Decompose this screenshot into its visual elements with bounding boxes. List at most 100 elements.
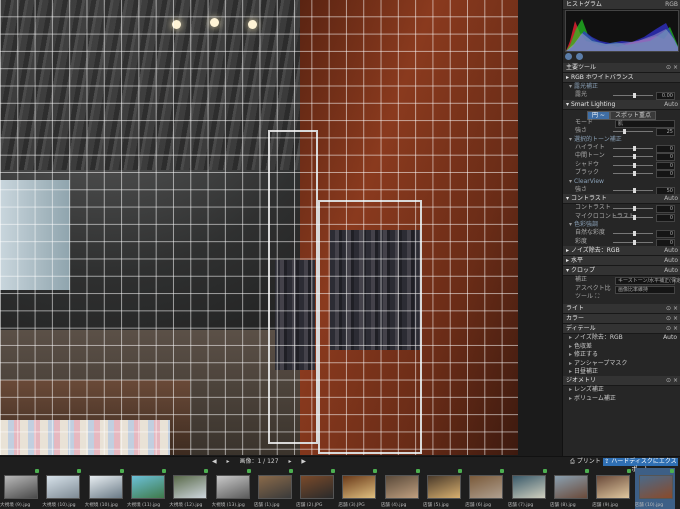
slider-handle[interactable]	[633, 145, 636, 151]
expand-icon[interactable]: ▸	[569, 368, 572, 375]
thumbnail[interactable]: 大視境 (9).jpg	[0, 468, 40, 509]
thumbnail[interactable]: 店舗 (1).jpg	[254, 468, 294, 509]
slider-track[interactable]	[613, 145, 653, 151]
thumbnail[interactable]: 店舗 (7).jpg	[508, 468, 548, 509]
auto-badge[interactable]: Auto	[664, 266, 678, 275]
auto-badge[interactable]: Auto	[664, 194, 678, 203]
histogram-header[interactable]: ヒストグラム RGB	[563, 0, 680, 10]
auto-badge[interactable]: Auto	[664, 256, 678, 265]
export-to-disk-button[interactable]: ⇪ ハードディスクにエクスポート	[603, 458, 678, 473]
thumbnail[interactable]: 店舗 (4).jpg	[381, 468, 421, 509]
slider-track[interactable]	[613, 206, 653, 212]
expand-icon[interactable]: ▸	[569, 343, 572, 350]
print-button[interactable]: ⎙ プリント	[570, 458, 601, 466]
slider-handle[interactable]	[633, 154, 636, 160]
slider-track[interactable]	[613, 162, 653, 168]
thumbnail[interactable]: 大視境 (12).jpg	[169, 468, 209, 509]
slider-handle[interactable]	[633, 214, 636, 220]
slider-handle[interactable]	[633, 231, 636, 237]
thumbnail[interactable]: 店舗 (10).jpg	[634, 468, 675, 509]
detail-tool-row[interactable]: ▸ 色収差	[563, 343, 680, 351]
last-image-button[interactable]: ▶	[301, 458, 306, 465]
thumbnail[interactable]: 大視境 (10).jpg	[85, 468, 125, 509]
thumbnail[interactable]: 店舗 (2).JPG	[296, 468, 336, 509]
slider-track[interactable]	[613, 129, 653, 135]
slider-track[interactable]	[613, 93, 653, 99]
detail-tool-row[interactable]: ▸ ノイズ除去：RGB Auto	[563, 334, 680, 342]
palette-section[interactable]: ディテール ⊙ ×	[563, 324, 680, 335]
histogram-mode[interactable]: RGB	[665, 0, 678, 9]
thumbnail[interactable]: 大視境 (13).jpg	[212, 468, 252, 509]
tool-header[interactable]: ▾ コントラスト Auto	[563, 194, 680, 205]
photo-viewport[interactable]	[0, 0, 518, 455]
expand-icon[interactable]: ▾	[566, 101, 569, 108]
slider-handle[interactable]	[633, 162, 636, 168]
detail-tool-row[interactable]: ▸ 日昼補正	[563, 368, 680, 376]
next-image-button[interactable]: ▸	[288, 458, 291, 465]
slider-track[interactable]	[613, 187, 653, 193]
slider-handle[interactable]	[633, 171, 636, 177]
panel-options-icon[interactable]: ⊙ ×	[666, 63, 678, 72]
expand-icon[interactable]: ▾	[569, 178, 572, 185]
auto-badge[interactable]: Auto	[663, 334, 677, 342]
sub-tool-header[interactable]: ▾ 選択的トーン補正	[563, 136, 680, 144]
thumbnail[interactable]: 店舗 (5).jpg	[423, 468, 463, 509]
expand-icon[interactable]: ▸	[566, 257, 569, 264]
expand-icon[interactable]: ▸	[569, 360, 572, 367]
crop-tool-icon[interactable]: ⛶	[595, 293, 599, 300]
tool-header[interactable]: ▸ ノイズ除去：RGB Auto	[563, 246, 680, 257]
expand-icon[interactable]: ▸	[566, 74, 569, 81]
thumbnail[interactable]: 店舗 (8).jpg	[550, 468, 590, 509]
thumbnail[interactable]: 大視境 (10).jpg	[42, 468, 82, 509]
first-image-button[interactable]: ◀	[212, 458, 217, 465]
thumbnail[interactable]: 大視境 (11).jpg	[127, 468, 167, 509]
tool-header[interactable]: ▸ RGB ホワイトバランス	[563, 73, 680, 83]
filmstrip-nav: ◀ ▸ 画像：1 / 127 ▸ ▶	[0, 457, 518, 466]
expand-icon[interactable]: ▾	[569, 221, 572, 228]
section-options-icon[interactable]: ⊙ ×	[666, 304, 678, 313]
geometry-tool-row[interactable]: ▸ ボリューム補正	[563, 395, 680, 403]
expand-icon[interactable]: ▸	[569, 386, 572, 393]
palette-section[interactable]: ライト ⊙ ×	[563, 304, 680, 315]
thumbnail[interactable]: 店舗 (9).jpg	[592, 468, 632, 509]
dropdown-row: モード肌	[563, 119, 680, 128]
slider-handle[interactable]	[633, 187, 636, 193]
palette-section[interactable]: カラー ⊙ ×	[563, 314, 680, 325]
slider-handle[interactable]	[633, 239, 636, 245]
section-options-icon[interactable]: ⊙ ×	[666, 376, 678, 385]
slider-track[interactable]	[613, 214, 653, 220]
section-options-icon[interactable]: ⊙ ×	[666, 314, 678, 323]
detail-tool-row[interactable]: ▸ 修正する	[563, 351, 680, 359]
slider-handle[interactable]	[623, 129, 626, 135]
palette-section[interactable]: ジオメトリ ⊙ ×	[563, 376, 680, 387]
auto-badge[interactable]: Auto	[664, 100, 678, 109]
slider-handle[interactable]	[633, 93, 636, 99]
slider-track[interactable]	[613, 231, 653, 237]
highlight-warning-icon[interactable]	[565, 53, 572, 60]
geometry-tool-row[interactable]: ▸ レンズ補正	[563, 386, 680, 394]
section-options-icon[interactable]: ⊙ ×	[666, 324, 678, 333]
tool-header[interactable]: ▾ Smart Lighting Auto	[563, 99, 680, 110]
tool-header[interactable]: ▸ 水平 Auto	[563, 256, 680, 267]
shadow-warning-icon[interactable]	[575, 53, 583, 60]
expand-icon[interactable]: ▸	[569, 334, 572, 341]
detail-tool-row[interactable]: ▸ アンシャープマスク	[563, 360, 680, 368]
tool-header[interactable]: ▾ クロップ Auto	[563, 266, 680, 277]
thumbnail[interactable]: 店舗 (6).jpg	[465, 468, 505, 509]
prev-image-button[interactable]: ▸	[227, 458, 230, 465]
expand-icon[interactable]: ▾	[566, 267, 569, 274]
auto-badge[interactable]: Auto	[664, 246, 678, 255]
expand-icon[interactable]: ▾	[569, 83, 572, 90]
expand-icon[interactable]: ▸	[569, 395, 572, 402]
slider-track[interactable]	[613, 239, 653, 245]
slider-handle[interactable]	[633, 206, 636, 212]
expand-icon[interactable]: ▸	[569, 351, 572, 358]
slider-track[interactable]	[613, 171, 653, 177]
sub-tool-header[interactable]: ▾ ClearView	[563, 178, 680, 186]
main-tools-header[interactable]: 主要ツール ⊙ ×	[563, 63, 680, 73]
expand-icon[interactable]: ▾	[569, 136, 572, 143]
expand-icon[interactable]: ▸	[566, 247, 569, 254]
slider-track[interactable]	[613, 154, 653, 160]
thumbnail[interactable]: 店舗 (3).JPG	[338, 468, 378, 509]
expand-icon[interactable]: ▾	[566, 195, 569, 202]
